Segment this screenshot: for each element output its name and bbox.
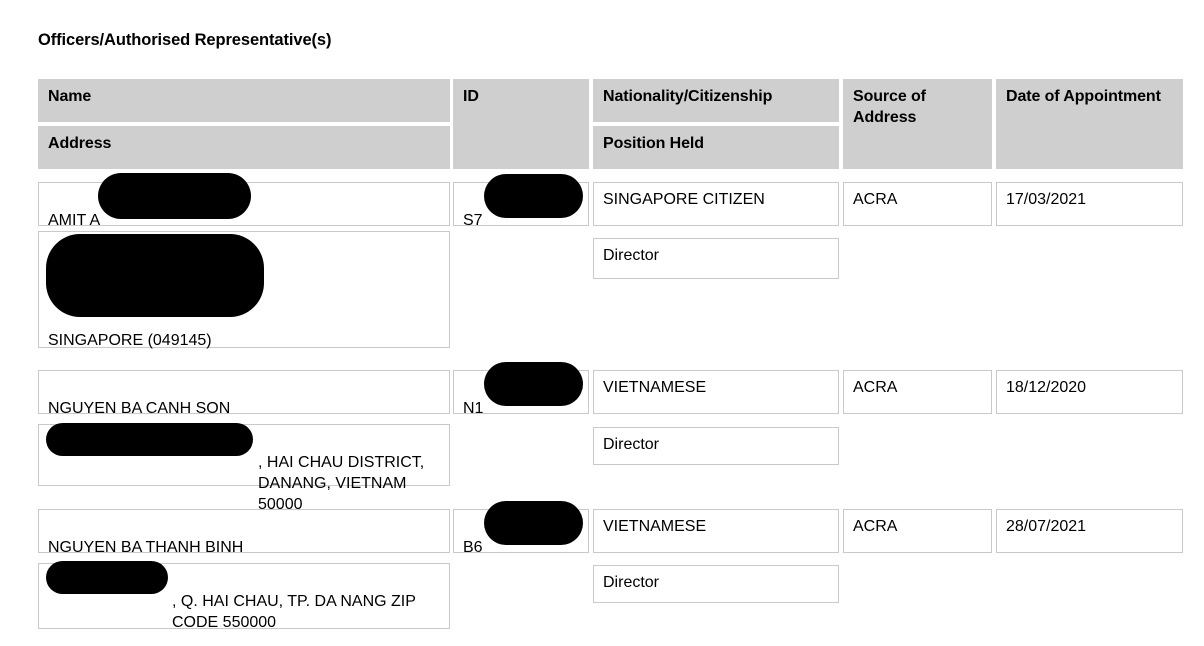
officer-nationality: VIETNAMESE: [593, 370, 839, 414]
officer-source-of-address: ACRA: [843, 509, 992, 553]
redaction-bar-id-2: [484, 362, 583, 406]
officer-address-text: , HAI CHAU DISTRICT, DANANG, VIETNAM 500…: [258, 454, 425, 513]
officer-nationality: SINGAPORE CITIZEN: [593, 182, 839, 226]
officer-position-held: Director: [593, 565, 839, 603]
column-header-date-of-appointment: Date of Appointment: [996, 79, 1183, 169]
table-row: NGUYEN BA THANH BINH: [38, 509, 450, 556]
officer-position-held: Director: [593, 427, 839, 465]
spacer-date-2: [996, 427, 1183, 465]
redaction-bar-address-3: [46, 561, 168, 594]
column-header-name: Name: [38, 79, 450, 122]
officer-source-of-address: ACRA: [843, 370, 992, 414]
officer-source-of-address: ACRA: [843, 182, 992, 226]
officer-date-of-appointment: 18/12/2020: [996, 370, 1183, 414]
redaction-bar-address-2: [46, 423, 253, 456]
column-header-id: ID: [453, 79, 589, 169]
redaction-bar-name-1: [98, 173, 251, 219]
officer-position-held: Director: [593, 238, 839, 279]
officer-address-text: , Q. HAI CHAU, TP. DA NANG ZIP CODE 5500…: [172, 593, 416, 631]
spacer-date-3: [996, 565, 1183, 603]
officer-name: NGUYEN BA CANH SON: [48, 400, 231, 417]
spacer-date-1: [996, 238, 1183, 279]
officer-id: B6: [463, 539, 483, 556]
officer-name: NGUYEN BA THANH BINH: [48, 539, 244, 556]
page-title: Officers/Authorised Representative(s): [38, 31, 332, 49]
officer-date-of-appointment: 17/03/2021: [996, 182, 1183, 226]
column-header-source-of-address: Source of Address: [843, 79, 992, 169]
table-row: NGUYEN BA CANH SON: [38, 370, 450, 417]
officer-id: N1: [463, 400, 484, 417]
redaction-bar-id-1: [484, 174, 583, 218]
officer-id: S7: [463, 212, 483, 229]
column-header-position-held: Position Held: [593, 126, 839, 169]
officer-date-of-appointment: 28/07/2021: [996, 509, 1183, 553]
officer-nationality: VIETNAMESE: [593, 509, 839, 553]
redaction-bar-address-1: [46, 234, 264, 317]
spacer-source-of-address-2: [843, 427, 992, 465]
spacer-source-of-address-3: [843, 565, 992, 603]
officer-address-text: SINGAPORE (049145): [48, 332, 212, 349]
column-header-nationality: Nationality/Citizenship: [593, 79, 839, 122]
redaction-bar-id-3: [484, 501, 583, 545]
column-header-address: Address: [38, 126, 450, 169]
document-page: Officers/Authorised Representative(s) Na…: [0, 0, 1204, 646]
spacer-source-of-address-1: [843, 238, 992, 279]
officer-name: AMIT A: [48, 212, 101, 229]
